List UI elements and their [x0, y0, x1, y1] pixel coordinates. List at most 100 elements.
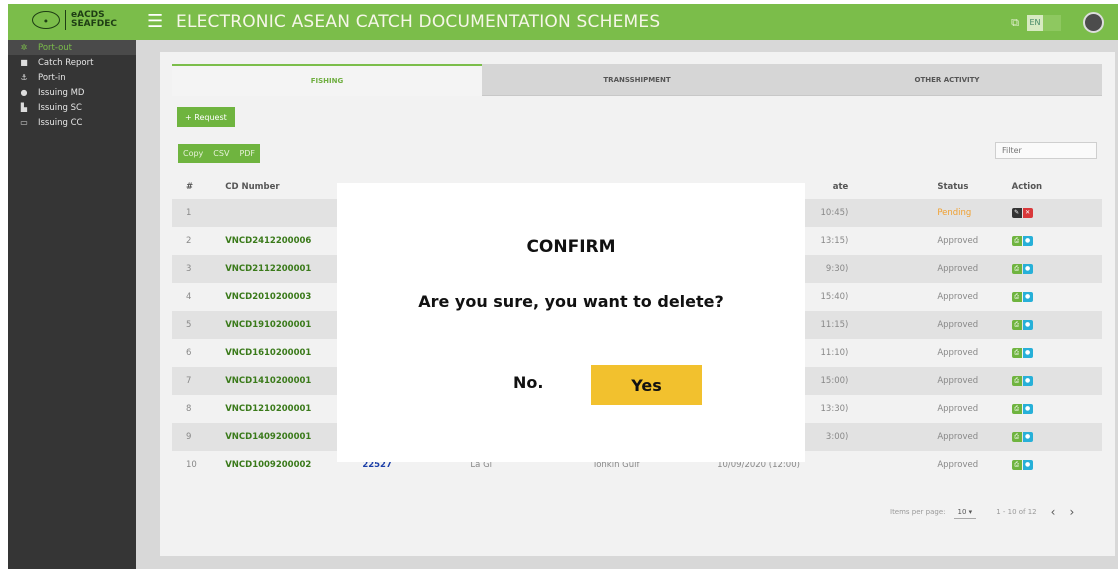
status-badge: Approved [936, 255, 1011, 283]
view-icon[interactable]: ● [1022, 459, 1033, 470]
confirm-dialog: CONFIRM Are you sure, you want to delete… [337, 183, 805, 462]
status-badge: Approved [936, 395, 1011, 423]
sidebar-item-label: Issuing MD [38, 87, 85, 98]
print-icon[interactable]: ⎙ [1011, 291, 1022, 302]
tab-fishing[interactable]: FISHING [172, 64, 482, 96]
row-actions: ✎ ✕ [1011, 207, 1033, 218]
print-icon[interactable]: ⎙ [1011, 431, 1022, 442]
items-per-page-label: Items per page: [890, 508, 946, 516]
lang-alt-button[interactable] [1043, 14, 1061, 31]
sidebar: ✲ Port-out ■ Catch Report ⚓ Port-in ● Is… [8, 40, 136, 569]
csv-button[interactable]: CSV [208, 144, 234, 163]
print-icon[interactable]: ⎙ [1011, 263, 1022, 274]
row-actions: ⎙ ● [1011, 375, 1033, 386]
status-badge: Approved [936, 451, 1011, 479]
filter-input[interactable] [995, 142, 1097, 159]
page-range: 1 - 10 of 12 [996, 508, 1037, 516]
sidebar-item-issuing-sc[interactable]: ▙ Issuing SC [8, 100, 136, 115]
row-index: 4 [172, 283, 225, 311]
row-index: 7 [172, 367, 225, 395]
col-header-index: # [172, 175, 225, 199]
lang-en-button[interactable]: EN [1027, 14, 1043, 31]
sidebar-item-label: Port-out [38, 42, 72, 53]
print-icon[interactable]: ⎙ [1011, 375, 1022, 386]
request-button[interactable]: + Request [177, 107, 235, 127]
logo-line2: SEAFDEC [71, 19, 117, 29]
row-index: 1 [172, 199, 225, 227]
items-per-page-select[interactable]: 10 ▾ [953, 506, 977, 519]
view-icon[interactable]: ● [1022, 263, 1033, 274]
logo[interactable]: ● eACDS SEAFDEC [32, 10, 117, 30]
row-actions: ⎙ ● [1011, 263, 1033, 274]
globe-icon: ● [20, 88, 28, 97]
file-icon: ■ [20, 58, 28, 67]
sidebar-item-label: Catch Report [38, 57, 94, 68]
row-actions: ⎙ ● [1011, 347, 1033, 358]
sidebar-item-label: Issuing SC [38, 102, 82, 113]
external-link-icon[interactable]: ⧉ [1011, 16, 1019, 30]
pagination: Items per page: 10 ▾ 1 - 10 of 12 ‹ › [890, 505, 1074, 519]
app-title: ELECTRONIC ASEAN CATCH DOCUMENTATION SCH… [176, 12, 661, 32]
view-icon[interactable]: ● [1022, 319, 1033, 330]
anchor-icon: ⚓ [20, 73, 28, 82]
avatar[interactable] [1083, 12, 1104, 33]
print-icon[interactable]: ⎙ [1011, 459, 1022, 470]
col-header-action: Action [1010, 175, 1102, 199]
status-badge: Approved [936, 283, 1011, 311]
yes-button[interactable]: Yes [591, 365, 702, 405]
items-per-page-value: 10 [957, 507, 967, 516]
sidebar-item-issuing-md[interactable]: ● Issuing MD [8, 85, 136, 100]
status-badge: Approved [936, 423, 1011, 451]
copy-button[interactable]: Copy [178, 144, 208, 163]
row-index: 3 [172, 255, 225, 283]
hamburger-menu-icon[interactable]: ☰ [147, 11, 163, 32]
tab-other-activity[interactable]: OTHER ACTIVITY [792, 64, 1102, 96]
view-icon[interactable]: ● [1022, 403, 1033, 414]
sidebar-item-port-out[interactable]: ✲ Port-out [8, 40, 136, 55]
status-badge: Pending [936, 199, 1011, 227]
status-badge: Approved [936, 227, 1011, 255]
card-icon: ▭ [20, 118, 28, 127]
row-actions: ⎙ ● [1011, 235, 1033, 246]
chevron-left-icon[interactable]: ‹ [1051, 505, 1056, 519]
print-icon[interactable]: ⎙ [1011, 319, 1022, 330]
language-switch[interactable]: EN [1027, 14, 1061, 31]
sidebar-item-catch-report[interactable]: ■ Catch Report [8, 55, 136, 70]
view-icon[interactable]: ● [1022, 291, 1033, 302]
print-icon[interactable]: ⎙ [1011, 403, 1022, 414]
top-header: ● eACDS SEAFDEC ☰ ELECTRONIC ASEAN CATCH… [8, 4, 1118, 40]
row-index: 10 [172, 451, 225, 479]
status-badge: Approved [936, 339, 1011, 367]
pdf-button[interactable]: PDF [234, 144, 260, 163]
anchor-icon: ✲ [20, 43, 28, 52]
status-badge: Approved [936, 367, 1011, 395]
logo-divider [65, 10, 66, 30]
view-icon[interactable]: ● [1022, 375, 1033, 386]
no-button[interactable]: No. [513, 373, 543, 392]
export-buttons: Copy CSV PDF [178, 144, 261, 163]
sidebar-item-issuing-cc[interactable]: ▭ Issuing CC [8, 115, 136, 130]
edit-icon[interactable]: ✎ [1011, 207, 1022, 218]
activity-tabs: FISHING TRANSSHIPMENT OTHER ACTIVITY [172, 64, 1102, 96]
row-index: 5 [172, 311, 225, 339]
row-actions: ⎙ ● [1011, 319, 1033, 330]
view-icon[interactable]: ● [1022, 431, 1033, 442]
seafdec-emblem-icon: ● [32, 11, 60, 29]
col-header-status: Status [936, 175, 1011, 199]
dialog-title: CONFIRM [526, 237, 616, 257]
row-actions: ⎙ ● [1011, 459, 1033, 470]
view-icon[interactable]: ● [1022, 347, 1033, 358]
factory-icon: ▙ [20, 103, 28, 112]
print-icon[interactable]: ⎙ [1011, 347, 1022, 358]
row-actions: ⎙ ● [1011, 291, 1033, 302]
view-icon[interactable]: ● [1022, 235, 1033, 246]
delete-icon[interactable]: ✕ [1022, 207, 1033, 218]
dialog-message: Are you sure, you want to delete? [418, 292, 724, 311]
sidebar-item-port-in[interactable]: ⚓ Port-in [8, 70, 136, 85]
row-index: 8 [172, 395, 225, 423]
row-index: 6 [172, 339, 225, 367]
print-icon[interactable]: ⎙ [1011, 235, 1022, 246]
status-badge: Approved [936, 311, 1011, 339]
chevron-right-icon[interactable]: › [1069, 505, 1074, 519]
tab-transshipment[interactable]: TRANSSHIPMENT [482, 64, 792, 96]
